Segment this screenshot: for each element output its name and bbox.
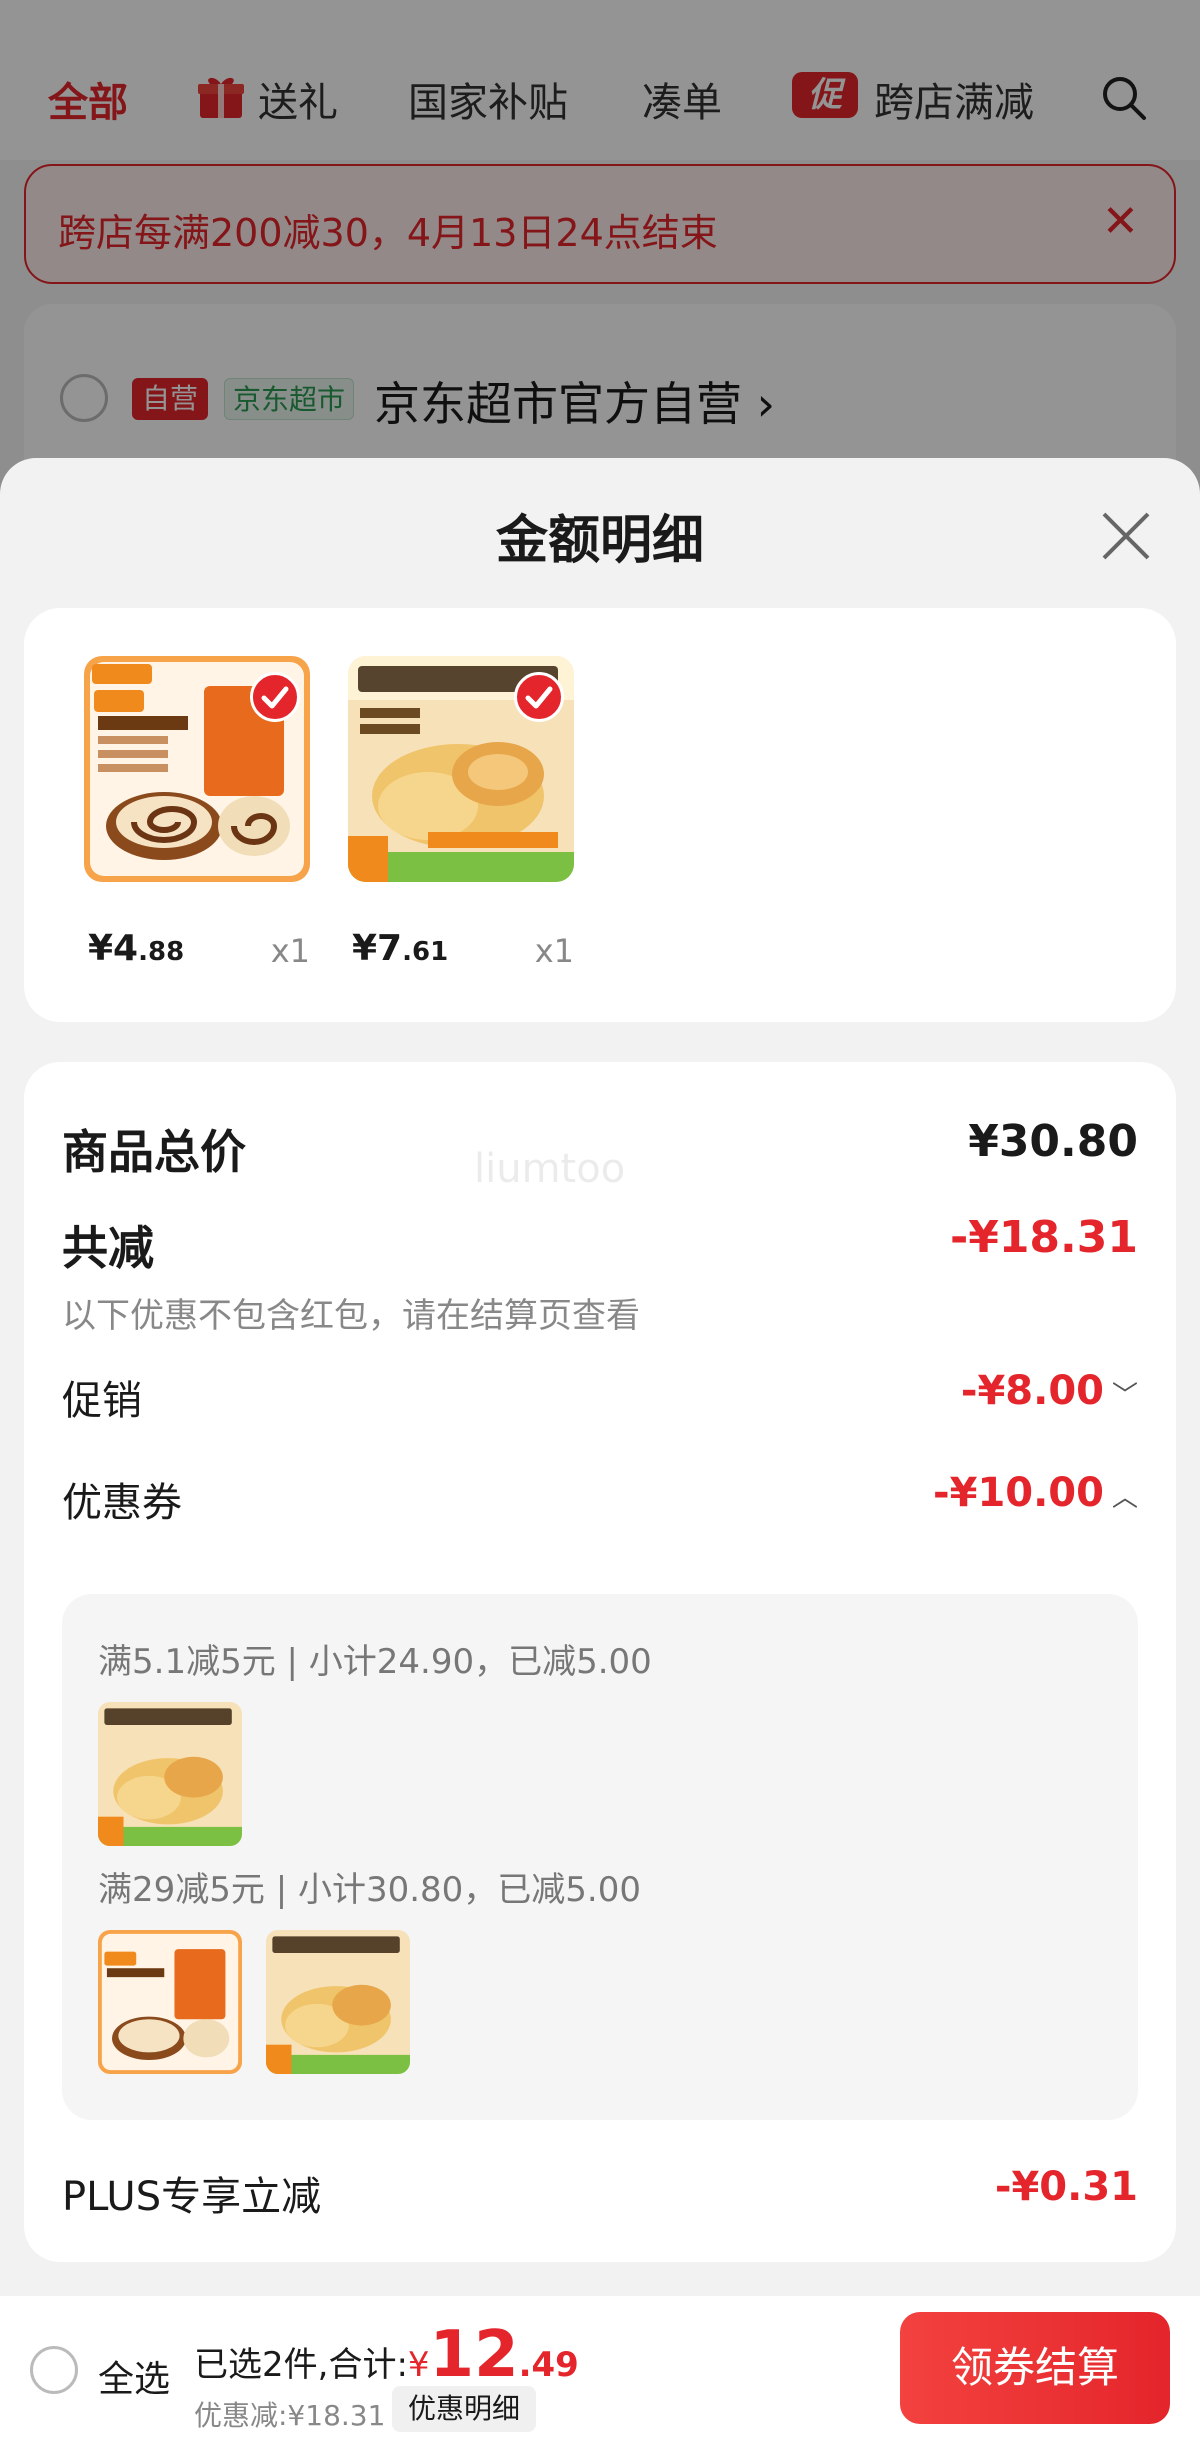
amount-detail-sheet: 金额明细 ¥4.88 x1 ¥7.61 x1 liumtoo 商品总价 ¥30.…: [0, 458, 1200, 2444]
total-summary: 已选2件,合计:¥12.49: [194, 2318, 579, 2392]
total-price-value: ¥30.80: [968, 1116, 1138, 1167]
plus-discount-label: PLUS专享立减: [62, 2174, 322, 2220]
discount-summary: 优惠减:¥18.31: [194, 2399, 386, 2432]
swiss-roll-thumbnail: [84, 656, 310, 882]
coupon-row-toggle[interactable]: -¥10.00 ︿: [933, 1470, 1138, 1516]
sheet-title: 金额明细: [495, 511, 704, 571]
product-quantity: x1: [270, 932, 310, 970]
product-quantity: x1: [534, 932, 574, 970]
promotion-row-toggle[interactable]: -¥8.00 ﹀: [961, 1368, 1138, 1414]
checked-icon: [250, 672, 300, 722]
select-all-label[interactable]: 全选: [98, 2350, 170, 2402]
selected-products-card: ¥4.88 x1 ¥7.61 x1: [24, 608, 1176, 1022]
checked-icon: [514, 672, 564, 722]
pastry-thumbnail: [348, 656, 574, 882]
pastry-thumbnail: [98, 1702, 242, 1846]
reduction-note: 以下优惠不包含红包，请在结算页查看: [62, 1296, 640, 1336]
coupon-rule-line: 满5.1减5元 | 小计24.90，已减5.00: [98, 1642, 652, 1682]
coupon-rule-line: 满29减5元 | 小计30.80，已减5.00: [98, 1870, 642, 1910]
coupon-detail-box: 满5.1减5元 | 小计24.90，已减5.00 满29减5元 | 小计30.8…: [62, 1594, 1138, 2120]
select-all-radio[interactable]: [30, 2346, 78, 2394]
close-icon[interactable]: [1096, 506, 1156, 566]
swiss-roll-thumbnail: [98, 1930, 242, 2074]
plus-discount-value: -¥0.31: [994, 2164, 1138, 2210]
coupon-value: -¥10.00: [933, 1470, 1104, 1516]
product-price: ¥4.88: [88, 928, 185, 969]
total-price-label: 商品总价: [62, 1125, 246, 1179]
promotion-label: 促销: [62, 1378, 142, 1424]
total-reduction-label: 共减: [62, 1221, 154, 1275]
watermark: liumtoo: [474, 1146, 626, 1192]
product-item[interactable]: ¥7.61 x1: [348, 608, 574, 1022]
pastry-thumbnail: [266, 1930, 410, 2074]
chevron-up-icon: ︿: [1111, 1482, 1138, 1513]
total-reduction-value: -¥18.31: [949, 1212, 1138, 1263]
discount-detail-button[interactable]: 优惠明细: [392, 2386, 537, 2432]
product-price: ¥7.61: [352, 928, 449, 969]
amount-breakdown-card: liumtoo 商品总价 ¥30.80 共减 -¥18.31 以下优惠不包含红包…: [24, 1062, 1176, 2262]
coupon-label: 优惠券: [62, 1480, 182, 1526]
promotion-value: -¥8.00: [960, 1368, 1104, 1414]
product-item[interactable]: ¥4.88 x1: [84, 608, 310, 1022]
checkout-button[interactable]: 领券结算: [900, 2312, 1170, 2424]
chevron-down-icon: ﹀: [1111, 1380, 1138, 1411]
checkout-bar: 全选 已选2件,合计:¥12.49 优惠减:¥18.31 优惠明细 领券结算: [0, 2296, 1200, 2444]
